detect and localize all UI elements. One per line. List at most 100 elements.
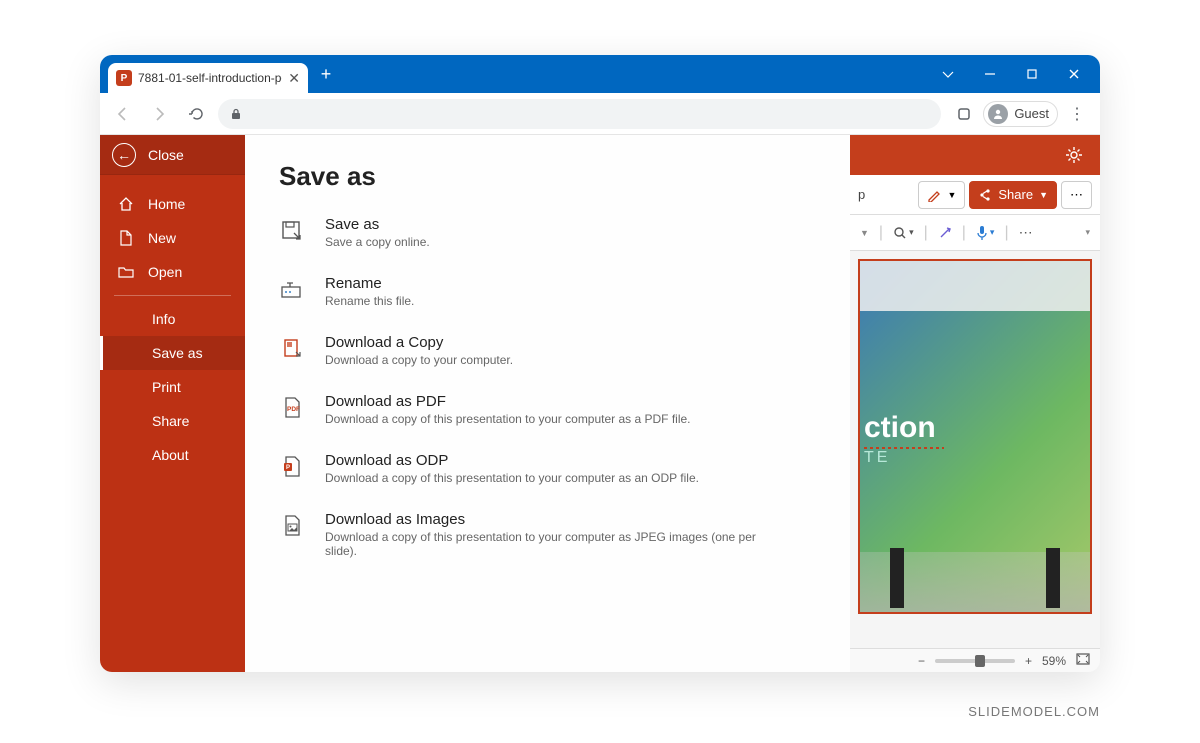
back-button[interactable] (110, 101, 136, 127)
sidebar-item-label: Info (152, 311, 175, 327)
save-as-icon (279, 218, 305, 244)
sidebar-item-label: Home (148, 196, 185, 212)
option-desc: Download a copy of this presentation to … (325, 471, 699, 485)
tab-title: 7881-01-self-introduction-powe (138, 71, 282, 85)
zoom-slider[interactable] (935, 659, 1015, 663)
sidebar-item-home[interactable]: Home (100, 187, 245, 221)
save-as-pane: Save as Save as Save a copy online. Rena… (245, 135, 850, 672)
option-desc: Rename this file. (325, 294, 414, 308)
status-bar: − + 59% (850, 648, 1100, 672)
sidebar-item-label: Share (152, 413, 189, 429)
sidebar-item-save-as[interactable]: Save as (100, 336, 245, 370)
avatar-icon (988, 104, 1008, 124)
pdf-icon: PDF (279, 395, 305, 421)
option-title: Save as (325, 216, 430, 233)
images-icon (279, 513, 305, 539)
menu-dots-icon[interactable]: ⋮ (1064, 101, 1090, 127)
share-label: Share (998, 187, 1033, 202)
minimize-button[interactable] (970, 59, 1010, 89)
powerpoint-favicon-icon: P (116, 70, 132, 86)
toolbar-help-label: p (858, 187, 865, 202)
option-save-as[interactable]: Save as Save a copy online. (279, 216, 779, 249)
close-window-button[interactable] (1054, 59, 1094, 89)
zoom-in-button[interactable]: + (1025, 654, 1032, 668)
sidebar-divider (114, 295, 231, 296)
slide-thumbnail[interactable]: ction TE (858, 259, 1092, 614)
dictate-mic-icon[interactable]: ▾ (976, 225, 995, 241)
sidebar-item-print[interactable]: Print (100, 370, 245, 404)
share-button[interactable]: Share ▼ (969, 181, 1057, 209)
reload-button[interactable] (182, 101, 208, 127)
option-desc: Save a copy online. (325, 235, 430, 249)
editor-right-sliver: p ▼ Share ▼ ⋯ ▼ | ▾ | (850, 135, 1100, 672)
option-title: Rename (325, 275, 414, 292)
designer-wand-icon[interactable] (938, 226, 952, 240)
option-download-odp[interactable]: P Download as ODP Download a copy of thi… (279, 452, 779, 485)
sidebar-item-open[interactable]: Open (100, 255, 245, 289)
pen-icon (927, 188, 941, 202)
watermark-text: SLIDEMODEL.COM (968, 704, 1100, 719)
lock-icon (230, 108, 242, 120)
back-arrow-icon (112, 143, 136, 167)
option-desc: Download a copy of this presentation to … (325, 412, 691, 426)
option-download-images[interactable]: Download as Images Download a copy of th… (279, 511, 779, 558)
browser-tab[interactable]: P 7881-01-self-introduction-powe ✕ (108, 63, 308, 93)
backstage-sidebar: Close Home New Open (100, 135, 245, 672)
sidebar-item-info[interactable]: Info (100, 302, 245, 336)
sidebar-item-label: Open (148, 264, 182, 280)
forward-button[interactable] (146, 101, 172, 127)
chevron-down-icon[interactable] (928, 59, 968, 89)
browser-toolbar: Guest ⋮ (100, 93, 1100, 135)
slide-subtitle-fragment: TE (864, 449, 944, 467)
option-download-pdf[interactable]: PDF Download as PDF Download a copy of t… (279, 393, 779, 426)
pen-mode-button[interactable]: ▼ (918, 181, 965, 209)
sidebar-item-label: About (152, 447, 189, 463)
document-icon (118, 230, 134, 246)
folder-icon (118, 265, 134, 279)
option-download-copy[interactable]: Download a Copy Download a copy to your … (279, 334, 779, 367)
sidebar-item-new[interactable]: New (100, 221, 245, 255)
editor-topbar: p ▼ Share ▼ ⋯ (850, 175, 1100, 215)
rename-icon (279, 277, 305, 303)
zoom-level: 59% (1042, 654, 1066, 668)
fit-to-window-icon[interactable] (1076, 653, 1090, 668)
sidebar-item-label: Save as (152, 345, 203, 361)
home-icon (118, 196, 134, 212)
svg-text:PDF: PDF (287, 406, 300, 413)
app-ribbon-bar (850, 135, 1100, 175)
slide-title-fragment: ction (864, 411, 936, 444)
page-title: Save as (279, 161, 850, 192)
sidebar-item-share[interactable]: Share (100, 404, 245, 438)
option-desc: Download a copy to your computer. (325, 353, 513, 367)
overflow-menu-button[interactable]: ⋯ (1061, 181, 1092, 209)
sidebar-item-about[interactable]: About (100, 438, 245, 472)
share-icon (978, 188, 992, 202)
browser-titlebar: P 7881-01-self-introduction-powe ✕ + (100, 55, 1100, 93)
sidebar-item-label: New (148, 230, 176, 246)
option-title: Download as ODP (325, 452, 699, 469)
close-label: Close (148, 147, 184, 163)
option-title: Download as PDF (325, 393, 691, 410)
odp-icon: P (279, 454, 305, 480)
profile-chip[interactable]: Guest (983, 101, 1058, 127)
option-title: Download a Copy (325, 334, 513, 351)
extensions-icon[interactable] (951, 101, 977, 127)
option-desc: Download a copy of this presentation to … (325, 530, 779, 558)
option-title: Download as Images (325, 511, 779, 528)
zoom-out-button[interactable]: − (918, 654, 925, 668)
maximize-button[interactable] (1012, 59, 1052, 89)
option-rename[interactable]: Rename Rename this file. (279, 275, 779, 308)
editor-toolbar-row: ▼ | ▾ | | ▾ | ⋯ ▾ (850, 215, 1100, 251)
slide-preview-area: ction TE (850, 251, 1100, 648)
close-backstage-button[interactable]: Close (100, 135, 245, 175)
new-tab-button[interactable]: + (312, 60, 340, 88)
profile-label: Guest (1014, 106, 1049, 121)
address-bar[interactable] (218, 99, 941, 129)
tab-close-icon[interactable]: ✕ (288, 70, 300, 87)
more-tools-icon[interactable]: ⋯ (1019, 224, 1033, 241)
download-copy-icon (279, 336, 305, 362)
sidebar-item-label: Print (152, 379, 181, 395)
settings-gear-icon[interactable] (1060, 141, 1088, 169)
find-tool-icon[interactable]: ▾ (893, 226, 914, 240)
svg-text:P: P (286, 465, 290, 471)
